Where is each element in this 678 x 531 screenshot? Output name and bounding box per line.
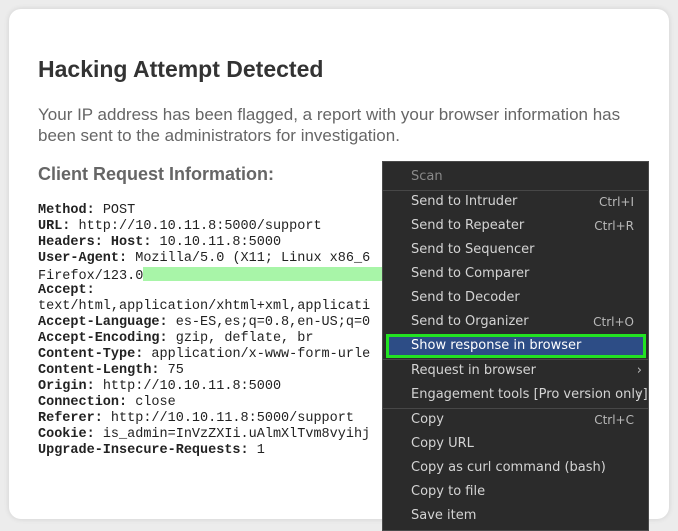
header-value: es-ES,es;q=0.8,en-US;q=0 xyxy=(167,315,371,330)
request-line: Method: POST xyxy=(38,203,438,219)
header-key: User-Agent: xyxy=(38,251,128,266)
request-line: Content-Type: application/x-www-form-url… xyxy=(38,347,438,363)
client-request-info: Method: POST URL: http://10.10.11.8:5000/… xyxy=(38,203,438,459)
page-title: Hacking Attempt Detected xyxy=(38,56,324,82)
menu-item-send-to-organizer[interactable]: Send to Organizer Ctrl+O xyxy=(383,310,648,334)
header-value: text/html,application/xhtml+xml,applicat… xyxy=(38,299,371,314)
menu-item-label: Copy URL xyxy=(411,436,474,451)
menu-item-copy-as-curl-command-bash[interactable]: Copy as curl command (bash) xyxy=(383,456,648,480)
request-line: Headers: Host: 10.10.11.8:5000 xyxy=(38,235,438,251)
request-line: Upgrade-Insecure-Requests: 1 xyxy=(38,443,438,459)
menu-item-label: Send to Intruder xyxy=(411,194,518,209)
menu-item-send-to-sequencer[interactable]: Send to Sequencer xyxy=(383,238,648,262)
header-value: gzip, deflate, br xyxy=(167,331,314,346)
header-key: Content-Length: xyxy=(38,363,160,378)
request-line: text/html,application/xhtml+xml,applicat… xyxy=(38,299,438,315)
menu-item-label: Engagement tools [Pro version only] xyxy=(411,387,648,402)
header-value: 1 xyxy=(248,443,265,458)
header-value: Firefox/123.0 xyxy=(38,269,144,284)
request-line: Content-Length: 75 xyxy=(38,363,438,379)
header-key: URL: xyxy=(38,219,71,234)
shortcut-label: Ctrl+I xyxy=(599,195,634,209)
menu-item-label: Send to Comparer xyxy=(411,266,530,281)
request-line: Connection: close xyxy=(38,395,438,411)
header-key: Cookie: xyxy=(38,427,95,442)
header-key: Content-Type: xyxy=(38,347,144,362)
menu-item-send-to-intruder[interactable]: Send to Intruder Ctrl+I xyxy=(383,190,648,214)
header-key: Origin: xyxy=(38,379,95,394)
menu-item-copy-url[interactable]: Copy URL xyxy=(383,432,648,456)
header-value: close xyxy=(127,395,176,410)
shortcut-label: Ctrl+C xyxy=(594,413,634,427)
header-value: is_admin=InVzZXIi.uAlmXlTvm8vyihj xyxy=(94,427,371,442)
menu-item-label: Send to Organizer xyxy=(411,314,529,329)
menu-item-show-response-in-browser[interactable]: Show response in browser xyxy=(386,334,646,358)
menu-item-label: Copy as curl command (bash) xyxy=(411,460,606,475)
menu-item-label: Send to Sequencer xyxy=(411,242,535,257)
request-line: Accept: xyxy=(38,283,438,299)
header-value: 75 xyxy=(159,363,184,378)
header-value: Mozilla/5.0 (X11; Linux x86_6 xyxy=(127,251,371,266)
menu-item-label: Scan xyxy=(411,169,443,184)
request-line: Accept-Language: es-ES,es;q=0.8,en-US;q=… xyxy=(38,315,438,331)
header-value: http://10.10.11.8:5000/support xyxy=(102,411,354,426)
shortcut-label: Ctrl+O xyxy=(593,315,634,329)
menu-item-label: Show response in browser xyxy=(411,338,582,353)
menu-item-label: Copy to file xyxy=(411,484,486,499)
request-line: Cookie: is_admin=InVzZXIi.uAlmXlTvm8vyih… xyxy=(38,427,438,443)
section-subtitle: Client Request Information: xyxy=(38,164,275,184)
menu-item-label: Send to Repeater xyxy=(411,218,525,233)
menu-item-save-item[interactable]: Save item xyxy=(383,504,648,528)
menu-item-label: Copy xyxy=(411,412,444,427)
header-value: application/x-www-form-urle xyxy=(143,347,371,362)
page-description: Your IP address has been flagged, a repo… xyxy=(38,105,621,145)
menu-item-copy-to-file[interactable]: Copy to file xyxy=(383,480,648,504)
menu-item-label: Request in browser xyxy=(411,363,536,378)
search-highlight xyxy=(143,267,384,281)
chevron-right-icon: › xyxy=(636,387,642,402)
menu-item-send-to-comparer[interactable]: Send to Comparer xyxy=(383,262,648,286)
header-value: 10.10.11.8:5000 xyxy=(151,235,282,250)
request-line: URL: http://10.10.11.8:5000/support xyxy=(38,219,438,235)
menu-item-send-to-repeater[interactable]: Send to Repeater Ctrl+R xyxy=(383,214,648,238)
request-line: Origin: http://10.10.11.8:5000 xyxy=(38,379,438,395)
menu-item-label: Send to Decoder xyxy=(411,290,520,305)
header-key: Accept-Language: xyxy=(38,315,168,330)
header-value: POST xyxy=(94,203,136,218)
request-line: Accept-Encoding: gzip, deflate, br xyxy=(38,331,438,347)
menu-item-label: Save item xyxy=(411,508,477,523)
header-key: Method: xyxy=(38,203,95,218)
menu-item-send-to-decoder[interactable]: Send to Decoder xyxy=(383,286,648,310)
header-key: Headers: Host: xyxy=(38,235,152,250)
header-key: Upgrade-Insecure-Requests: xyxy=(38,443,249,458)
request-line: User-Agent: Mozilla/5.0 (X11; Linux x86_… xyxy=(38,251,438,267)
header-key: Connection: xyxy=(38,395,128,410)
header-key: Referer: xyxy=(38,411,103,426)
menu-item-scan: Scan xyxy=(383,165,648,189)
menu-item-request-in-browser[interactable]: Request in browser › xyxy=(383,359,648,383)
request-line: Firefox/123.0 xyxy=(38,267,438,284)
menu-item-copy[interactable]: Copy Ctrl+C xyxy=(383,408,648,432)
header-key: Accept-Encoding: xyxy=(38,331,168,346)
header-key: Accept: xyxy=(38,283,95,298)
menu-item-engagement-tools-pro-version-only[interactable]: Engagement tools [Pro version only] › xyxy=(383,383,648,407)
header-value: http://10.10.11.8:5000 xyxy=(94,379,282,394)
shortcut-label: Ctrl+R xyxy=(594,219,634,233)
request-line: Referer: http://10.10.11.8:5000/support xyxy=(38,411,438,427)
context-menu: Scan Send to Intruder Ctrl+I Send to Repeat… xyxy=(382,161,649,531)
chevron-right-icon: › xyxy=(636,363,642,378)
header-value: http://10.10.11.8:5000/support xyxy=(70,219,322,234)
